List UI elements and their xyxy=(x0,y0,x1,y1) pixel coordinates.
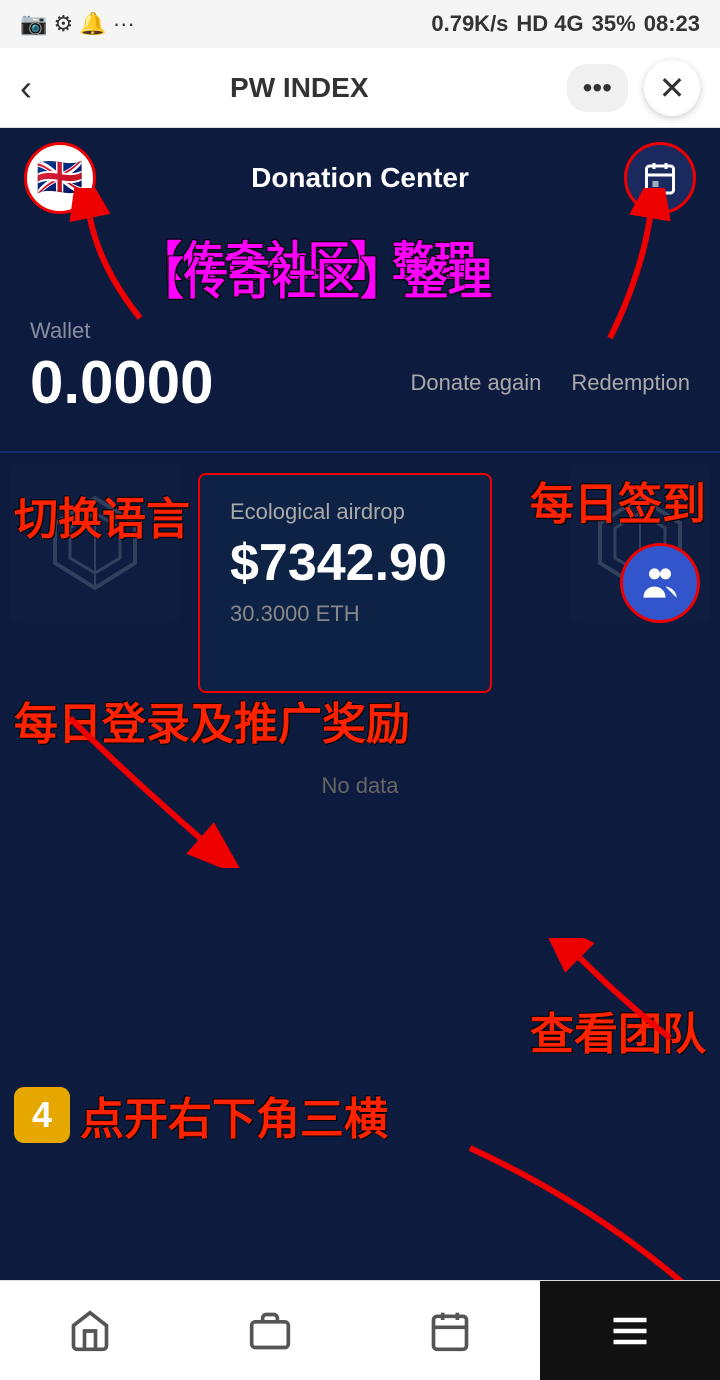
language-flag-button[interactable]: 🇬🇧 xyxy=(24,142,96,214)
badge-4: 4 xyxy=(14,1087,70,1143)
network-speed: 0.79K/s xyxy=(431,11,508,37)
arrow-to-menu xyxy=(420,1128,720,1280)
briefcase-icon xyxy=(248,1309,292,1353)
bottom-nav xyxy=(0,1280,720,1380)
nav-home[interactable] xyxy=(0,1309,180,1353)
annotation-main-label: 【传奇社区】整理 xyxy=(140,228,476,289)
nav-menu[interactable] xyxy=(540,1281,720,1380)
flag-icon: 🇬🇧 xyxy=(36,156,83,200)
calendar-icon xyxy=(642,160,678,196)
network-type: HD 4G xyxy=(516,11,583,37)
app-header: 🇬🇧 Donation Center xyxy=(0,128,720,228)
airdrop-eth: 30.3000 ETH xyxy=(230,601,460,627)
airdrop-card: Ecological airdrop $7342.90 30.3000 ETH xyxy=(198,473,492,693)
wallet-amount: 0.0000 xyxy=(30,348,214,417)
donation-center-title: Donation Center xyxy=(251,162,469,194)
donate-again-button[interactable]: Donate again xyxy=(410,370,541,396)
annotation-bottom-hint: 点开右下角三横 xyxy=(80,1083,388,1147)
battery: 35% xyxy=(592,11,636,37)
team-icon xyxy=(638,561,682,605)
calendar-nav-icon xyxy=(428,1309,472,1353)
redemption-button[interactable]: Redemption xyxy=(571,370,690,396)
status-icons: 📷 ⚙ 🔔 ··· xyxy=(20,11,135,37)
wallet-section: Wallet 0.0000 Donate again Redemption xyxy=(0,308,720,441)
divider xyxy=(0,451,720,453)
status-bar: 📷 ⚙ 🔔 ··· 0.79K/s HD 4G 35% 08:23 xyxy=(0,0,720,48)
browser-nav-bar: ‹ PW INDEX ••• ✕ xyxy=(0,48,720,128)
time: 08:23 xyxy=(644,11,700,37)
nav-calendar[interactable] xyxy=(360,1309,540,1353)
calendar-button[interactable] xyxy=(624,142,696,214)
pw-logo-left xyxy=(45,493,145,593)
airdrop-label: Ecological airdrop xyxy=(230,499,460,525)
close-button[interactable]: ✕ xyxy=(644,60,700,116)
annotation-community-label: 【传奇社区】整理 xyxy=(140,243,492,307)
status-left: 📷 ⚙ 🔔 ··· xyxy=(20,11,135,37)
team-button[interactable] xyxy=(620,543,700,623)
airdrop-amount: $7342.90 xyxy=(230,533,460,593)
home-icon xyxy=(68,1309,112,1353)
status-right: 0.79K/s HD 4G 35% 08:23 xyxy=(431,11,700,37)
more-options-button[interactable]: ••• xyxy=(567,64,628,112)
left-card xyxy=(10,463,180,623)
annotation-view-team: 查看团队 xyxy=(530,998,706,1062)
nav-actions: ••• ✕ xyxy=(567,60,700,116)
arrow-to-team xyxy=(540,938,700,1058)
back-button[interactable]: ‹ xyxy=(20,67,32,109)
menu-icon xyxy=(608,1309,652,1353)
no-data-text: No data xyxy=(0,743,720,829)
nav-briefcase[interactable] xyxy=(180,1309,360,1353)
browser-title: PW INDEX xyxy=(230,72,368,104)
app-container: 🇬🇧 Donation Center 【传奇社区】整理 【传奇社区】整理 切换语… xyxy=(0,128,720,1280)
wallet-label: Wallet xyxy=(30,318,690,344)
cards-section: Ecological airdrop $7342.90 30.3000 ETH xyxy=(0,463,720,703)
